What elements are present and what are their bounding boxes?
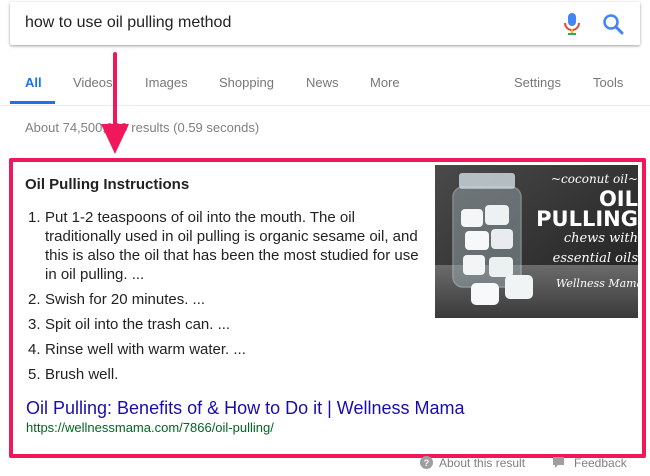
svg-text:?: ? (424, 458, 430, 468)
tab-settings[interactable]: Settings (514, 75, 561, 90)
microphone-icon[interactable] (564, 13, 580, 35)
tab-all[interactable]: All (25, 75, 42, 90)
result-url[interactable]: https://wellnessmama.com/7866/oil-pullin… (26, 420, 274, 435)
step-text: Put 1-2 teaspoons of oil into the mouth.… (45, 209, 419, 283)
brand-logo: Wellness Mama (556, 277, 638, 290)
search-results-page: how to use oil pulling method All Videos… (0, 0, 650, 476)
search-icon[interactable] (602, 13, 624, 35)
active-tab-indicator (10, 101, 55, 104)
snippet-steps-list: 1. Put 1-2 teaspoons of oil into the mout… (25, 208, 420, 390)
help-icon: ? (420, 456, 433, 470)
featured-snippet: Oil Pulling Instructions 1. Put 1-2 teasp… (9, 158, 646, 458)
search-box[interactable]: how to use oil pulling method (10, 2, 640, 45)
snippet-title: Oil Pulling Instructions (25, 176, 190, 193)
snippet-image[interactable]: ~coconut oil~ OIL PULLING chews with ess… (435, 165, 638, 318)
image-caption: ~coconut oil~ OIL PULLING chews with ess… (536, 172, 638, 266)
list-item: 1. Put 1-2 teaspoons of oil into the mout… (28, 209, 419, 283)
step-text: Rinse well with warm water. ... (45, 341, 246, 358)
list-item: 2. Swish for 20 minutes. ... (28, 291, 206, 308)
about-this-result-link[interactable]: ? About this result (420, 455, 525, 470)
tab-tools[interactable]: Tools (593, 75, 623, 90)
step-text: Spit oil into the trash can. ... (45, 316, 231, 333)
tab-news[interactable]: News (306, 75, 339, 90)
step-text: Swish for 20 minutes. ... (45, 291, 206, 308)
list-item: 4. Rinse well with warm water. ... (28, 341, 246, 358)
search-input[interactable]: how to use oil pulling method (25, 14, 231, 32)
tab-shopping[interactable]: Shopping (219, 75, 274, 90)
annotation-arrow (101, 52, 129, 154)
feedback-icon (553, 457, 564, 469)
result-title-link[interactable]: Oil Pulling: Benefits of & How to Do it … (26, 398, 465, 419)
list-item: 3. Spit oil into the trash can. ... (28, 316, 231, 333)
step-text: Brush well. (45, 366, 119, 383)
list-item: 5. Brush well. (28, 366, 119, 383)
result-stats: About 74,500,000 results (0.59 seconds) (25, 120, 260, 135)
tab-more[interactable]: More (370, 75, 400, 90)
tab-images[interactable]: Images (145, 75, 188, 90)
feedback-link[interactable]: Feedback (552, 455, 627, 470)
